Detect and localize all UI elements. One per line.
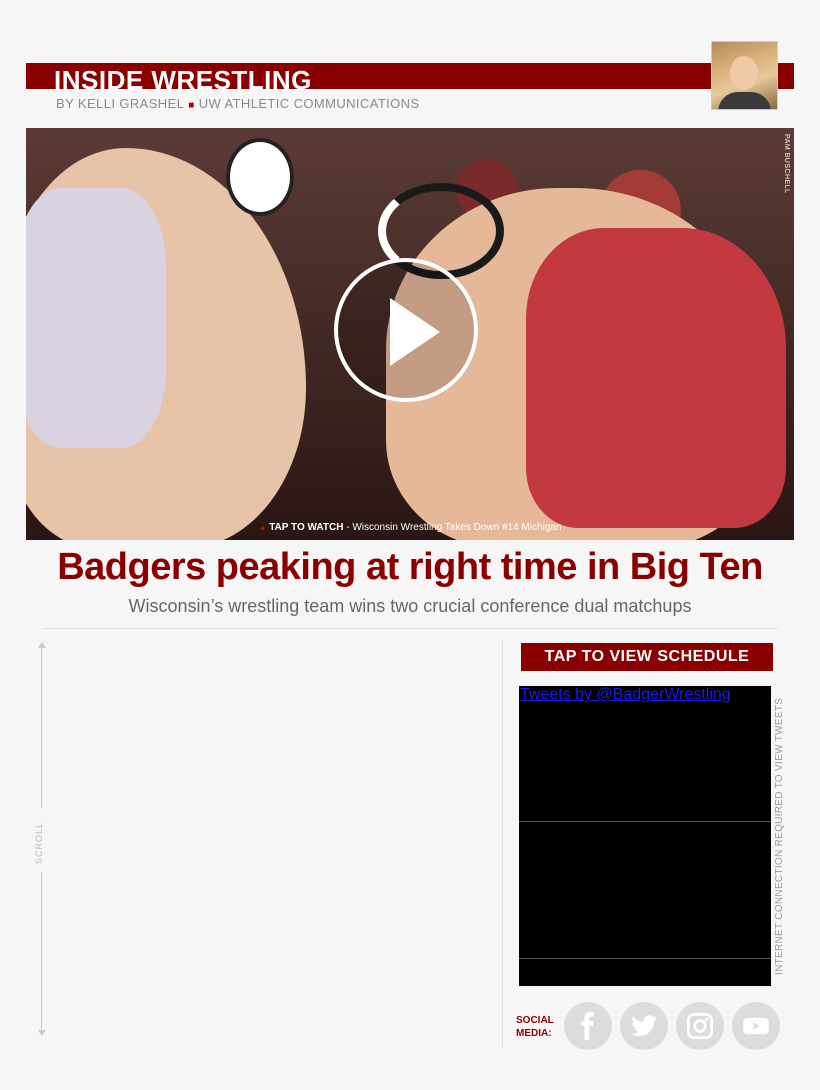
youtube-icon[interactable] [732,1002,780,1050]
video-caption[interactable]: ▲ TAP TO WATCH - Wisconsin Wrestling Tak… [26,522,794,533]
caption-text: - Wisconsin Wrestling Takes Down #14 Mic… [343,522,562,533]
scroll-down-arrow-icon [38,1030,46,1036]
view-schedule-button[interactable]: TAP TO VIEW SCHEDULE [521,643,773,671]
photo-credit: PAM BUSCHELL [783,134,790,194]
scroll-up-arrow-icon [38,642,46,648]
social-media-label: SOCIAL MEDIA: [516,1014,554,1040]
author-org: UW ATHLETIC COMMUNICATIONS [198,96,420,111]
author-name: BY KELLI GRASHEL [56,96,185,111]
twitter-icon[interactable] [620,1002,668,1050]
divider [42,628,778,629]
video-hero[interactable]: PAM BUSCHELL ▲ TAP TO WATCH - Wisconsin … [26,128,794,540]
author-photo [711,41,778,110]
caption-marker-icon: ▲ [258,523,267,532]
social-label-line2: MEDIA: [516,1028,552,1039]
scroll-track [41,872,42,1032]
tap-to-watch-label: TAP TO WATCH [269,522,344,533]
byline: BY KELLI GRASHEL ■ UW ATHLETIC COMMUNICATI… [56,96,420,111]
tweets-link[interactable]: Tweets by @BadgerWrestling [520,686,731,704]
scroll-label: SCROLL [34,822,44,865]
article-headline: Badgers peaking at right time in Big Ten [57,546,763,588]
byline-separator: ■ [188,100,195,111]
scroll-track [41,648,42,808]
page-title: INSIDE WRESTLING [54,65,312,95]
instagram-icon[interactable] [676,1002,724,1050]
facebook-icon[interactable] [564,1002,612,1050]
column-divider [502,640,503,1048]
tweets-connection-note: INTERNET CONNECTION REQUIRED TO VIEW TWE… [774,697,785,975]
twitter-timeline[interactable]: Tweets by @BadgerWrestling [519,686,771,986]
article-subhead: Wisconsin’s wrestling team wins two cruc… [128,596,692,616]
play-icon[interactable] [334,258,478,402]
social-label-line1: SOCIAL [516,1015,554,1026]
